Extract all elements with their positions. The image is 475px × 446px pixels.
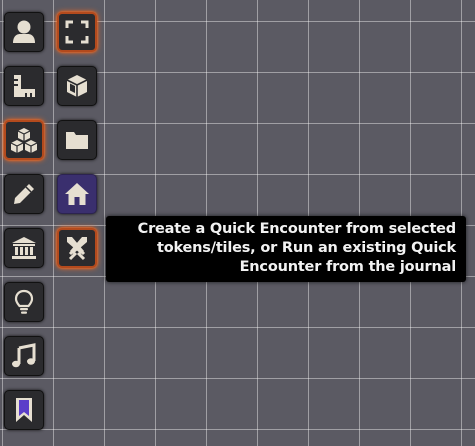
ambient-sound-controls-button[interactable] (4, 336, 44, 376)
cube-icon (64, 73, 90, 99)
browse-tiles-button[interactable] (57, 120, 97, 160)
tile-controls-button[interactable] (4, 120, 44, 160)
measurement-controls-button[interactable] (4, 66, 44, 106)
foreground-toggle-button[interactable] (57, 174, 97, 214)
ruler-icon (11, 73, 37, 99)
music-icon (11, 343, 37, 369)
place-tile-button[interactable] (57, 66, 97, 106)
folder-icon (64, 127, 90, 153)
tooltip-line: tokens/tiles, or Run an existing Quick (157, 240, 456, 256)
pencil-icon (11, 181, 37, 207)
home-icon (64, 181, 90, 207)
bookmark-icon (11, 397, 37, 423)
crossed-swords-icon (63, 234, 91, 262)
token-controls-button[interactable] (4, 12, 44, 52)
tooltip-line: Create a Quick Encounter from selected (137, 221, 457, 237)
journal-notes-button[interactable] (4, 390, 44, 430)
user-icon (11, 19, 37, 45)
drawing-tools-button[interactable] (4, 174, 44, 214)
quick-encounter-tooltip: Create a Quick Encounter from selected t… (106, 216, 466, 282)
expand-icon (64, 19, 90, 45)
quick-encounter-button[interactable] (57, 228, 97, 268)
lightbulb-icon (11, 289, 37, 315)
landmark-icon (11, 235, 37, 261)
cubes-icon (10, 126, 38, 154)
lighting-controls-button[interactable] (4, 282, 44, 322)
tooltip-line: Encounter from the journal (239, 259, 457, 275)
select-tiles-button[interactable] (57, 12, 97, 52)
wall-controls-button[interactable] (4, 228, 44, 268)
